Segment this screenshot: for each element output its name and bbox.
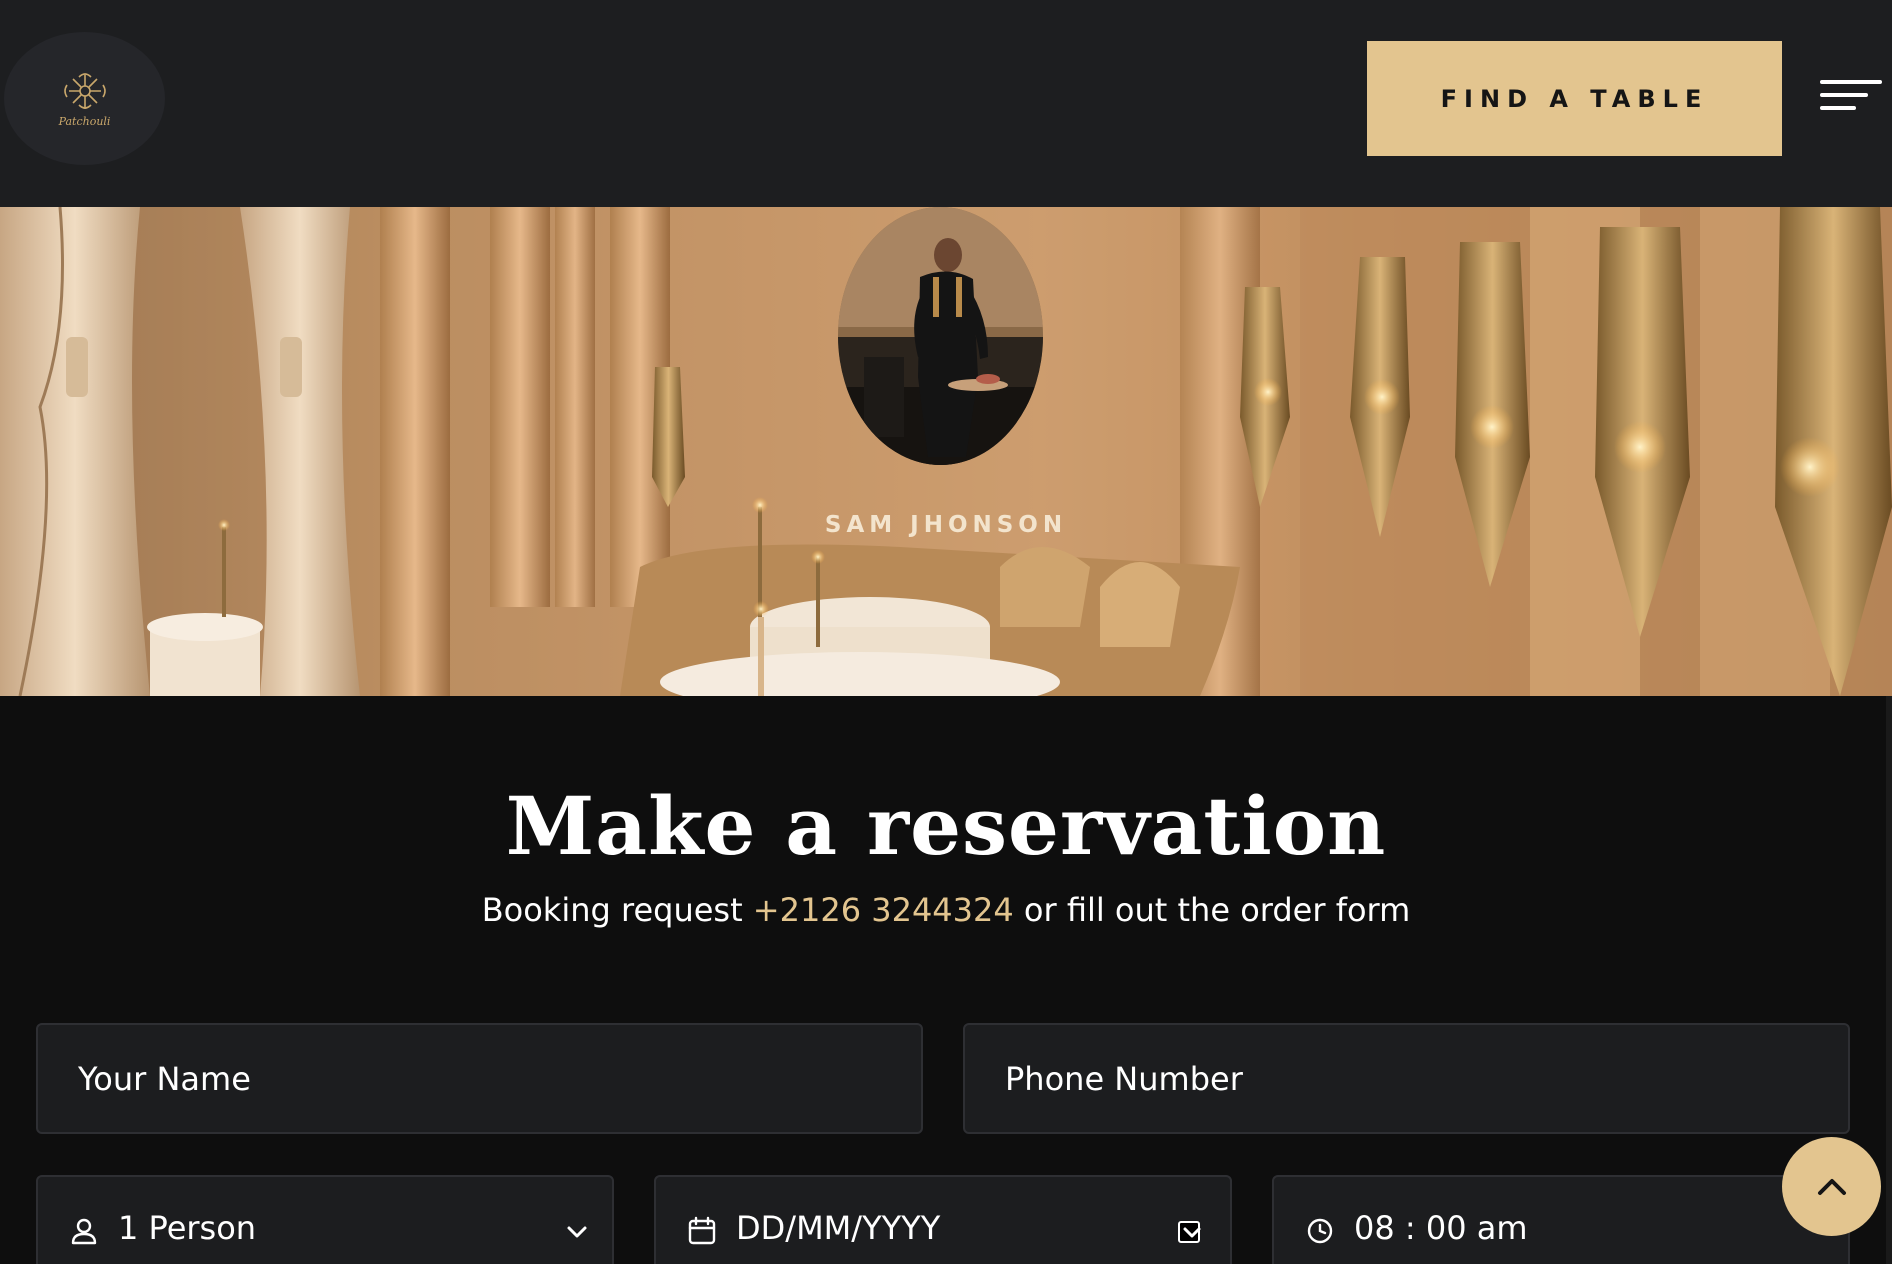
- chef-name: SAM JHONSON: [824, 512, 1068, 538]
- back-to-top-button[interactable]: [1782, 1137, 1881, 1236]
- date-picker-icon[interactable]: [1178, 1219, 1204, 1245]
- chef-photo: [838, 207, 1043, 465]
- name-input[interactable]: [38, 1059, 921, 1098]
- reservation-subtitle: Booking request +2126 3244324 or fill ou…: [0, 891, 1892, 929]
- date-value: DD/MM/YYYY: [736, 1209, 941, 1247]
- clock-icon: [1307, 1218, 1333, 1244]
- guests-value: 1 Person: [118, 1209, 257, 1247]
- subtitle-text-before: Booking request: [481, 891, 753, 929]
- find-a-table-button[interactable]: FIND A TABLE: [1367, 41, 1782, 156]
- calendar-icon: [688, 1216, 716, 1245]
- name-field[interactable]: [36, 1023, 923, 1134]
- booking-phone-link[interactable]: +2126 3244324: [753, 891, 1014, 929]
- subtitle-text-after: or fill out the order form: [1013, 891, 1411, 929]
- phone-field[interactable]: [963, 1023, 1850, 1134]
- date-field[interactable]: DD/MM/YYYY: [654, 1175, 1232, 1264]
- logo-flower-icon: [63, 73, 106, 109]
- hero-banner: SAM JHONSON: [0, 207, 1892, 696]
- reservation-title: Make a reservation: [505, 779, 1387, 873]
- site-header: Patchouli FIND A TABLE: [0, 0, 1892, 207]
- time-field[interactable]: 08 : 00 am: [1272, 1175, 1850, 1264]
- chevron-down-icon: [567, 1226, 587, 1238]
- logo-wordmark: Patchouli: [58, 115, 111, 128]
- chevron-up-icon: [1817, 1178, 1846, 1195]
- time-value: 08 : 00 am: [1354, 1209, 1528, 1247]
- phone-input[interactable]: [965, 1059, 1848, 1098]
- guests-select[interactable]: 1 Person: [36, 1175, 614, 1264]
- scrollbar[interactable]: [1886, 696, 1892, 1264]
- person-icon: [71, 1218, 97, 1245]
- hamburger-menu-icon[interactable]: [1820, 80, 1882, 116]
- logo[interactable]: Patchouli: [4, 32, 165, 165]
